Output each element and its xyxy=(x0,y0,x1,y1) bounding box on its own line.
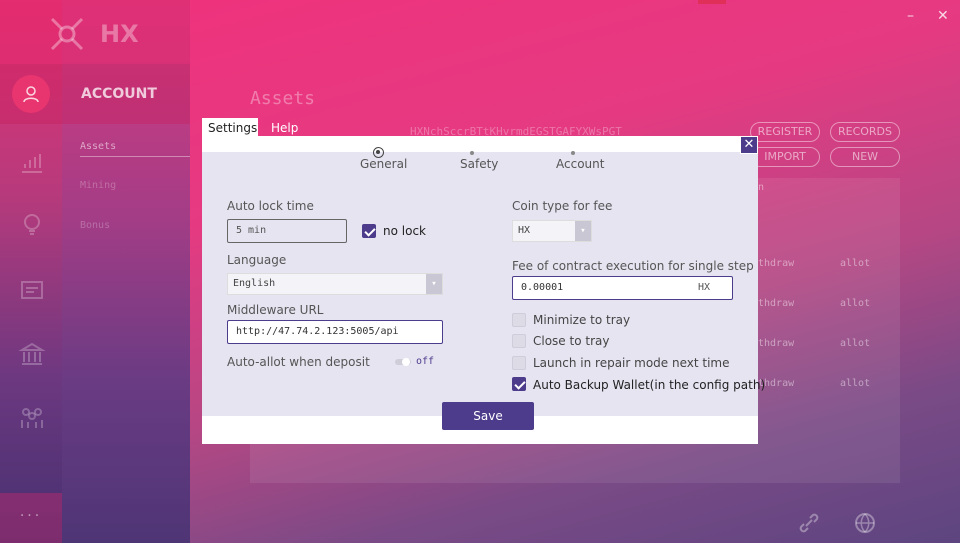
account-avatar-button[interactable] xyxy=(12,75,50,113)
card-icon[interactable] xyxy=(18,276,46,304)
close-to-tray-label: Close to tray xyxy=(533,334,610,348)
link-icon[interactable] xyxy=(798,512,820,534)
step-dot xyxy=(571,151,575,155)
row-withdraw-link[interactable]: thdraw xyxy=(758,338,794,349)
lightbulb-icon[interactable] xyxy=(18,210,46,238)
row-allot-link[interactable]: allot xyxy=(840,378,870,389)
app-logo: HX xyxy=(48,14,148,54)
minimize-to-tray-checkbox[interactable] xyxy=(512,313,526,327)
sidebar-item-mining[interactable]: Mining xyxy=(80,180,116,191)
tab-help[interactable]: Help xyxy=(265,118,304,138)
new-button[interactable]: NEW xyxy=(830,147,900,167)
logo-text: HX xyxy=(100,20,139,48)
globe-icon[interactable] xyxy=(854,512,876,534)
account-label: ACCOUNT xyxy=(81,86,157,102)
chevron-down-icon: ▾ xyxy=(575,221,591,241)
save-button[interactable]: Save xyxy=(442,402,534,430)
middleware-url-label: Middleware URL xyxy=(227,303,324,317)
auto-allot-state: off xyxy=(416,356,435,367)
step-account[interactable]: Account xyxy=(556,157,604,171)
chart-icon[interactable] xyxy=(18,148,46,176)
minimize-button[interactable]: – xyxy=(907,8,914,24)
auto-lock-label: Auto lock time xyxy=(227,199,314,213)
sidebar-active-underline xyxy=(80,156,190,157)
step-general[interactable]: General xyxy=(360,157,407,171)
language-label: Language xyxy=(227,253,287,267)
community-icon[interactable] xyxy=(18,404,46,432)
auto-allot-toggle[interactable] xyxy=(395,358,411,366)
row-allot-link[interactable]: allot xyxy=(840,258,870,269)
auto-allot-label: Auto-allot when deposit xyxy=(227,355,370,369)
no-lock-label: no lock xyxy=(383,224,426,238)
coin-type-value: HX xyxy=(518,225,531,236)
minimize-to-tray-label: Minimize to tray xyxy=(533,313,631,327)
close-icon: ✕ xyxy=(743,137,755,152)
bank-icon[interactable] xyxy=(18,340,46,368)
fee-input[interactable]: 0.00001 HX xyxy=(512,276,733,300)
chevron-down-icon: ▾ xyxy=(426,274,442,294)
row-allot-link[interactable]: allot xyxy=(840,298,870,309)
close-window-button[interactable]: ✕ xyxy=(937,8,949,24)
coin-type-label: Coin type for fee xyxy=(512,199,613,213)
step-safety[interactable]: Safety xyxy=(460,157,498,171)
dialog-close-button[interactable]: ✕ xyxy=(740,136,758,154)
hx-logo-icon xyxy=(50,17,84,51)
row-withdraw-link[interactable]: thdraw xyxy=(758,298,794,309)
language-value: English xyxy=(233,278,276,289)
coin-type-select[interactable]: HX ▾ xyxy=(512,220,592,242)
window-indicator xyxy=(698,0,726,4)
auto-backup-checkbox[interactable] xyxy=(512,377,526,391)
close-to-tray-checkbox[interactable] xyxy=(512,334,526,348)
language-select[interactable]: English ▾ xyxy=(227,273,443,295)
fee-value: 0.00001 xyxy=(521,282,564,293)
sidebar-item-assets[interactable]: Assets xyxy=(80,141,116,152)
auto-backup-label: Auto Backup Wallet(in the config path) xyxy=(533,378,766,392)
sidebar-item-bonus[interactable]: Bonus xyxy=(80,220,110,231)
fee-label: Fee of contract execution for single ste… xyxy=(512,259,754,273)
step-dot xyxy=(470,151,474,155)
row-allot-link[interactable]: allot xyxy=(840,338,870,349)
repair-mode-label: Launch in repair mode next time xyxy=(533,356,730,370)
more-menu-button[interactable]: ··· xyxy=(0,493,62,543)
fee-unit: HX xyxy=(697,282,710,293)
register-button[interactable]: REGISTER xyxy=(750,122,820,142)
middleware-url-input[interactable]: http://47.74.2.123:5005/api xyxy=(227,320,443,344)
row-withdraw-link[interactable]: thdraw xyxy=(758,258,794,269)
records-button[interactable]: RECORDS xyxy=(830,122,900,142)
tab-settings[interactable]: Settings xyxy=(202,118,258,138)
import-button[interactable]: IMPORT xyxy=(750,147,820,167)
auto-lock-input[interactable]: 5 min xyxy=(227,219,347,243)
page-title: Assets xyxy=(250,88,316,109)
user-icon xyxy=(23,86,39,103)
table-header-fragment: n xyxy=(758,182,765,193)
repair-mode-checkbox[interactable] xyxy=(512,356,526,370)
no-lock-checkbox[interactable] xyxy=(362,224,376,238)
